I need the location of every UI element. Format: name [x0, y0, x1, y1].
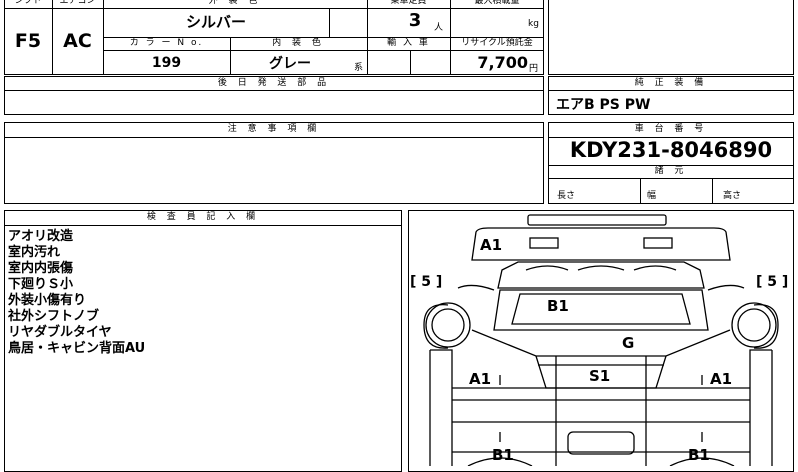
shift-value: F5 — [14, 30, 42, 52]
damage-mark: A1 — [710, 370, 733, 388]
top-right-box — [548, 0, 794, 75]
damage-mark: A1 — [469, 370, 492, 388]
tire-right-label: [ 5 ] — [756, 274, 789, 290]
recycle-fee-value: 7,700 — [477, 53, 528, 72]
inspector-line: 鳥居・キャビン背面AU — [8, 341, 146, 356]
later-parts-header: 後 日 発 送 部 品 — [217, 78, 331, 88]
max-load-header: 最大積載量 — [474, 0, 520, 6]
tire-left-label: [ 5 ] — [410, 274, 443, 290]
dims-header: 諸 元 — [654, 166, 688, 176]
notes-header: 注 意 事 項 欄 — [227, 124, 321, 134]
length-label: 長さ — [557, 191, 576, 201]
inspector-line: 室内内張傷 — [8, 261, 74, 276]
genuine-equipment-value: エアB PS PW — [556, 97, 651, 113]
import-header: 輸 入 車 — [387, 38, 430, 48]
inspector-line: 室内汚れ — [8, 245, 61, 260]
chassis-header: 車 台 番 号 — [634, 124, 708, 134]
color-no-value: 199 — [151, 55, 182, 71]
damage-mark: B1 — [547, 297, 569, 315]
inspector-line: 社外シフトノブ — [8, 309, 100, 324]
capacity-value: 3 — [408, 10, 422, 31]
inspector-line: 外装小傷有り — [8, 293, 87, 308]
damage-mark: B1 — [688, 446, 710, 464]
damage-mark: S1 — [589, 367, 611, 385]
inspector-line: 下廻りＳ小 — [8, 277, 74, 292]
inspector-header: 検 査 員 記 入 欄 — [146, 212, 260, 222]
max-load-unit: kg — [528, 19, 539, 29]
chassis-number: KDY231-8046890 — [569, 138, 773, 162]
width-label: 幅 — [647, 191, 657, 201]
truck-diagram — [423, 214, 779, 466]
capacity-unit: 人 — [434, 23, 444, 33]
interior-color-header: 内 装 色 — [272, 38, 325, 48]
interior-color-value: グレー — [269, 56, 311, 72]
shift-header: シフト — [14, 0, 42, 6]
genuine-equipment-header: 純 正 装 備 — [634, 78, 708, 88]
color-no-header: カ ラ ー N o. — [129, 38, 204, 48]
inspector-line: リヤダブルタイヤ — [8, 325, 112, 340]
recycle-unit: 円 — [529, 64, 539, 74]
damage-mark: G — [622, 334, 635, 352]
damage-mark: A1 — [480, 236, 503, 254]
capacity-header: 乗車定員 — [390, 0, 427, 6]
inspector-notes: アオリ改造 室内汚れ 室内内張傷 下廻りＳ小 外装小傷有り 社外シフトノブ リヤ… — [8, 229, 145, 357]
aircon-header: エアコン — [59, 0, 96, 6]
exterior-color-value: シルバー — [185, 13, 246, 31]
damage-mark: B1 — [492, 446, 514, 464]
inspector-line: アオリ改造 — [8, 229, 74, 244]
recycle-header: リサイクル預託金 — [461, 38, 533, 48]
height-label: 高さ — [723, 191, 742, 201]
interior-suffix: 系 — [354, 63, 364, 73]
aircon-value: AC — [63, 30, 92, 52]
exterior-color-header: 外 装 色 — [208, 0, 262, 6]
